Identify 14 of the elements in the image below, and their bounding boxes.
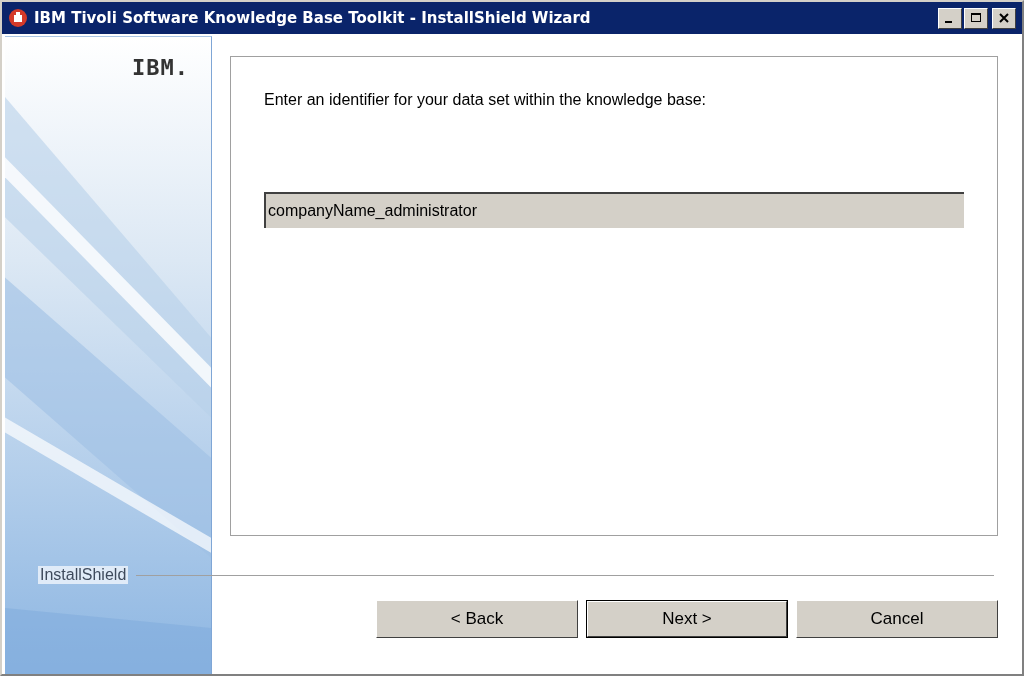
- wizard-button[interactable]: Next >: [586, 600, 788, 638]
- window-title: IBM Tivoli Software Knowledge Base Toolkit - InstallShield Wizard: [34, 9, 592, 27]
- maximize-button[interactable]: [964, 7, 988, 29]
- maximize-icon: [970, 12, 982, 24]
- prompt-text: Enter an identifier for your data set within the knowledge base:: [264, 91, 708, 109]
- close-button[interactable]: [992, 7, 1016, 29]
- wizard-button[interactable]: Cancel: [796, 600, 998, 638]
- brand-label: InstallShield: [38, 566, 129, 584]
- minimize-icon: [945, 21, 952, 23]
- minimize-button[interactable]: [938, 7, 962, 29]
- close-icon: [998, 12, 1010, 24]
- wizard-button[interactable]: < Back: [376, 600, 578, 638]
- app-icon: [8, 8, 28, 28]
- logo: IBM.: [132, 55, 189, 80]
